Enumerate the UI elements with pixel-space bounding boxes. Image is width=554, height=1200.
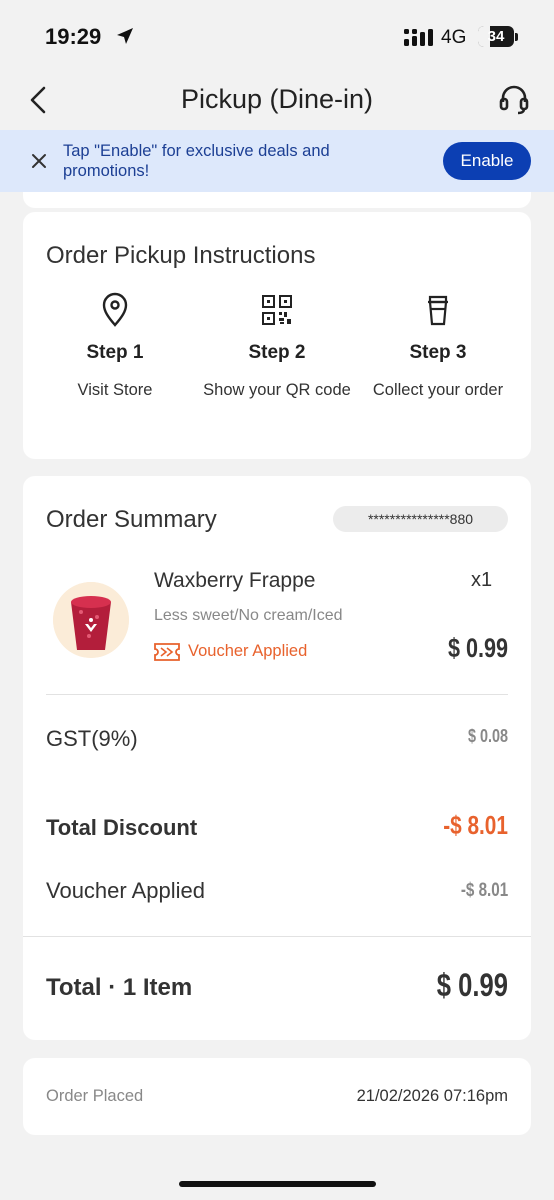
step-2: Step 2 Show your QR code [197,292,357,400]
order-placed-label: Order Placed [46,1087,144,1105]
close-icon[interactable] [30,152,48,170]
order-summary-card: Order Summary ***************880 Waxberr… [23,476,531,1040]
location-pin-icon [102,292,128,327]
promo-banner: Tap "Enable" for exclusive deals and pro… [0,130,554,192]
order-placed-time: 21/02/2026 07:16pm [356,1087,508,1105]
product-image [53,582,129,658]
voucher-applied-row-value: -$ 8.01 [460,880,508,901]
step-desc: Collect your order [372,381,504,399]
banner-message: Tap "Enable" for exclusive deals and pro… [63,142,330,180]
step-desc: Show your QR code [203,381,351,399]
qr-code-icon [262,295,292,325]
product-options: Less sweet/No cream/Iced [154,607,343,624]
step-1: Step 1 Visit Store [35,292,195,400]
gst-value: $ 0.08 [467,726,508,746]
enable-button[interactable]: Enable [443,142,531,180]
total-value: $ 0.99 [436,967,508,1003]
voucher-applied-label: Voucher Applied [188,642,308,660]
home-indicator[interactable] [179,1181,376,1187]
product-quantity: x1 [471,569,493,591]
status-bar: 19:29 4G 34 [0,0,554,70]
previous-card-edge [23,192,531,208]
location-arrow-icon [117,28,133,44]
order-placed-card: Order Placed 21/02/2026 07:16pm [23,1058,531,1135]
nav-bar: Pickup (Dine-in) [0,72,554,128]
voucher-ticket-icon [154,642,180,661]
divider [46,694,508,695]
coffee-cup-icon [428,295,448,326]
battery-icon: 34 [478,26,514,47]
customer-service-icon[interactable] [497,82,531,116]
step-title: Step 2 [248,342,306,363]
instructions-heading: Order Pickup Instructions [46,242,316,269]
status-time: 19:29 [45,24,102,49]
voucher-applied-row-label: Voucher Applied [46,878,206,903]
pickup-instructions-card: Order Pickup Instructions Step 1 Visit S… [23,212,531,459]
step-title: Step 1 [86,342,144,363]
page-title: Pickup (Dine-in) [180,84,374,114]
network-type: 4G [441,27,467,48]
divider [23,936,531,937]
cellular-signal-icon [404,29,433,46]
gst-label: GST(9%) [46,726,138,751]
step-title: Step 3 [409,342,467,363]
masked-phone-badge: ***************880 [333,506,508,532]
battery-percent: 34 [487,28,505,45]
total-discount-value: -$ 8.01 [443,810,508,840]
step-3: Step 3 Collect your order [358,292,518,400]
total-label: Total · 1 Item [46,974,193,1001]
battery-nub [515,33,518,41]
total-discount-label: Total Discount [46,815,198,840]
step-desc: Visit Store [77,381,153,399]
product-price: $ 0.99 [447,633,508,663]
product-name: Waxberry Frappe [154,569,316,592]
summary-heading: Order Summary [46,506,217,533]
voucher-applied-tag: Voucher Applied [154,642,307,661]
